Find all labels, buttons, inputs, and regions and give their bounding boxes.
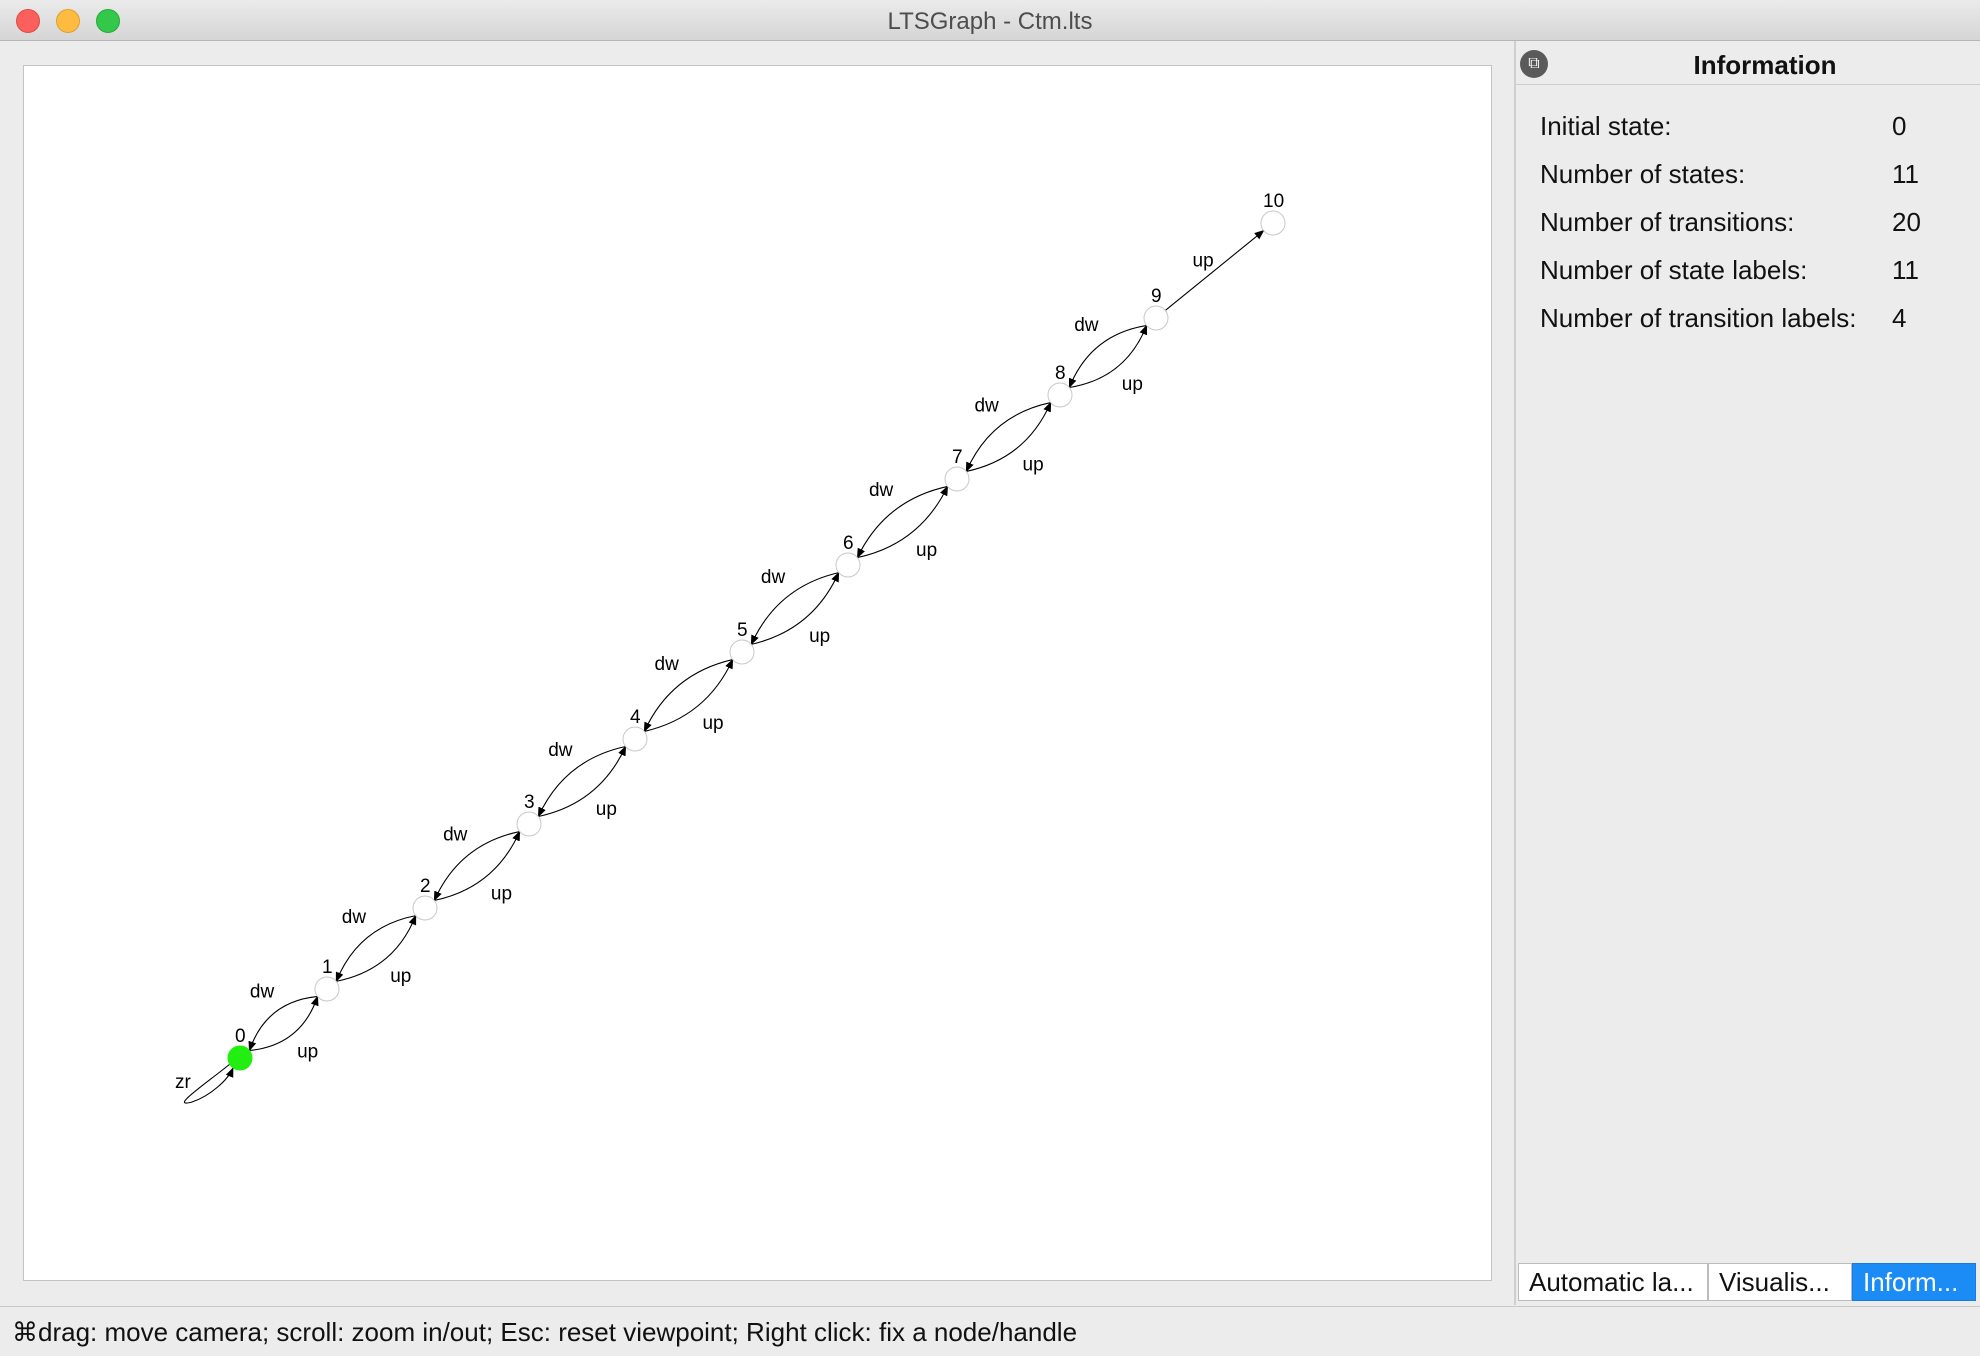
info-row-number-of-transition-labels: Number of transition labels: 4 <box>1540 303 1960 343</box>
status-text: ⌘drag: move camera; scroll: zoom in/out;… <box>12 1317 1078 1347</box>
info-label: Number of states: <box>1540 159 1746 189</box>
transition-label[interactable]: dw <box>1074 315 1099 336</box>
transition-label[interactable]: up <box>596 799 617 820</box>
tab-visualisation[interactable]: Visualis... <box>1708 1263 1852 1301</box>
state-node[interactable] <box>729 639 755 665</box>
status-bar: ⌘drag: move camera; scroll: zoom in/out;… <box>0 1306 1980 1356</box>
state-label[interactable]: 9 <box>1151 286 1162 307</box>
state-label[interactable]: 4 <box>630 707 641 728</box>
transition-label[interactable]: up <box>1193 251 1214 272</box>
transition-label[interactable]: dw <box>342 907 367 928</box>
transition-label[interactable]: up <box>1122 374 1143 395</box>
info-row-initial-state: Initial state: 0 <box>1540 111 1960 151</box>
transition-label[interactable]: up <box>1023 454 1044 475</box>
info-row-number-of-transitions: Number of transitions: 20 <box>1540 207 1960 247</box>
info-row-number-of-state-labels: Number of state labels: 11 <box>1540 255 1960 295</box>
title-bar: LTSGraph - Ctm.lts <box>0 0 1980 41</box>
info-value: 0 <box>1892 111 1907 141</box>
graph-canvas[interactable]: zr up dw up dw up dw up dw up dw up dw up dw up dw up dw up… <box>23 65 1492 1281</box>
transition-label[interactable]: dw <box>761 567 786 588</box>
state-node[interactable] <box>944 466 970 492</box>
transition-label[interactable]: dw <box>250 982 275 1003</box>
state-node[interactable] <box>516 811 542 837</box>
transition-label[interactable]: dw <box>443 824 468 845</box>
transition-label[interactable]: up <box>809 626 830 647</box>
panel-divider <box>1516 84 1980 85</box>
panel-splitter[interactable] <box>1514 41 1516 1305</box>
info-value: 11 <box>1892 255 1919 285</box>
transition-label[interactable]: zr <box>175 1072 192 1093</box>
info-row-number-of-states: Number of states: 11 <box>1540 159 1960 199</box>
transition-label[interactable]: dw <box>974 396 999 417</box>
state-node[interactable] <box>227 1045 253 1071</box>
info-value: 4 <box>1892 303 1907 333</box>
info-panel-title: Information <box>1693 50 1837 80</box>
state-node[interactable] <box>412 895 438 921</box>
dock-tab-bar: Automatic la... Visualis... Inform... <box>1518 1263 1976 1303</box>
state-label[interactable]: 1 <box>322 957 333 978</box>
transition-edge[interactable] <box>1164 229 1265 311</box>
state-node[interactable] <box>1143 305 1169 331</box>
info-label: Initial state: <box>1540 111 1672 141</box>
transition-label[interactable]: up <box>491 884 512 905</box>
state-label[interactable]: 5 <box>737 620 748 641</box>
state-label[interactable]: 10 <box>1263 191 1284 212</box>
transition-label[interactable]: up <box>390 966 411 987</box>
state-label[interactable]: 0 <box>235 1026 246 1047</box>
tab-information[interactable]: Inform... <box>1852 1263 1976 1301</box>
state-node[interactable] <box>314 976 340 1002</box>
info-label: Number of state labels: <box>1540 255 1808 285</box>
transition-label[interactable]: dw <box>655 654 680 675</box>
transition-edge[interactable] <box>184 1063 234 1104</box>
state-label[interactable]: 6 <box>843 533 854 554</box>
transition-label[interactable]: up <box>297 1041 318 1062</box>
transition-label[interactable]: dw <box>869 480 894 501</box>
info-label: Number of transition labels: <box>1540 303 1857 333</box>
state-node[interactable] <box>1047 382 1073 408</box>
transition-label[interactable]: dw <box>548 740 573 761</box>
state-label[interactable]: 8 <box>1055 363 1066 384</box>
undock-icon[interactable]: ⧉ <box>1520 50 1548 78</box>
transition-label[interactable]: up <box>702 713 723 734</box>
lts-graph[interactable]: zr up dw up dw up dw up dw up dw up dw up dw up dw up dw up… <box>24 66 1491 1280</box>
state-node[interactable] <box>835 552 861 578</box>
state-label[interactable]: 3 <box>524 792 535 813</box>
state-node[interactable] <box>1260 210 1286 236</box>
info-label: Number of transitions: <box>1540 207 1795 237</box>
info-value: 11 <box>1892 159 1919 189</box>
state-node[interactable] <box>622 726 648 752</box>
transition-label[interactable]: up <box>916 540 937 561</box>
info-value: 20 <box>1892 207 1921 237</box>
tab-automatic-layout[interactable]: Automatic la... <box>1518 1263 1708 1301</box>
state-label[interactable]: 2 <box>420 876 431 897</box>
state-label[interactable]: 7 <box>952 447 963 468</box>
window-title: LTSGraph - Ctm.lts <box>887 8 1093 35</box>
